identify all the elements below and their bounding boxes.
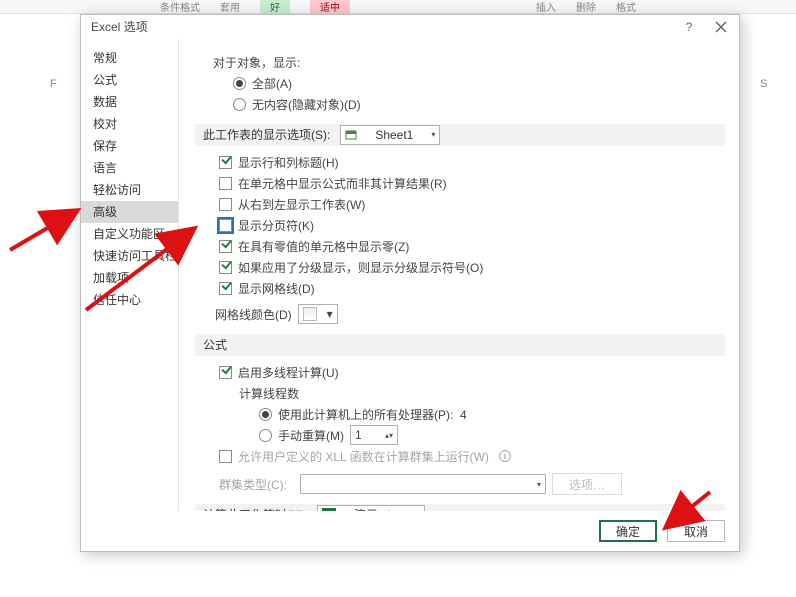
cluster-type-row: 群集类型(C): ▾ 选项… — [219, 474, 725, 494]
section-formulas: 公式 — [195, 334, 725, 356]
chevron-down-icon: ▾ — [431, 124, 435, 146]
sidebar-item-轻松访问[interactable]: 轻松访问 — [81, 179, 178, 201]
sidebar-item-公式[interactable]: 公式 — [81, 69, 178, 91]
info-icon[interactable]: i — [499, 450, 511, 462]
dialog-titlebar[interactable]: Excel 选项 ? — [81, 15, 739, 39]
help-button[interactable]: ? — [673, 15, 705, 39]
cluster-options-button: 选项… — [552, 473, 622, 495]
checkbox-icon — [219, 240, 232, 253]
column-header-F: F — [50, 78, 57, 90]
chevron-down-icon: ▾ — [416, 504, 420, 511]
radio-icon — [259, 429, 272, 442]
cluster-type-dropdown: ▾ — [300, 474, 546, 494]
manual-threads-spinner[interactable]: 1 ▴▾ — [350, 425, 398, 445]
sidebar-item-常规[interactable]: 常规 — [81, 47, 178, 69]
gridline-color-row: 网格线颜色(D) ▾ — [195, 304, 725, 324]
checkbox-icon — [219, 282, 232, 295]
checkbox-page_breaks[interactable]: 显示分页符(K) — [219, 215, 725, 235]
checkbox-icon — [219, 366, 232, 379]
sidebar-item-自定义功能区[interactable]: 自定义功能区 — [81, 223, 178, 245]
cancel-button[interactable]: 取消 — [667, 520, 725, 542]
sheet-icon — [345, 129, 357, 141]
close-button[interactable] — [705, 15, 737, 39]
checkbox-xll-cluster: 允许用户定义的 XLL 函数在计算群集上运行(W) i — [219, 446, 725, 466]
threads-label: 计算线程数 — [219, 383, 725, 403]
sidebar-item-信任中心[interactable]: 信任中心 — [81, 289, 178, 311]
column-header-S: S — [760, 78, 767, 90]
checkbox-icon — [219, 219, 232, 232]
section-workbook-calc: 计算此工作簿时(H): 演示.xlsx ▾ — [195, 504, 725, 511]
sidebar-item-校对[interactable]: 校对 — [81, 113, 178, 135]
dialog-footer: 确定 取消 — [81, 511, 739, 551]
checkbox-outline[interactable]: 如果应用了分级显示，则显示分级显示符号(O) — [219, 257, 725, 277]
checkbox-row_col_headings[interactable]: 显示行和列标题(H) — [219, 152, 725, 172]
ribbon-background: 条件格式 套用 好 适中 插入 删除 格式 — [0, 0, 796, 14]
checkbox-gridlines[interactable]: 显示网格线(D) — [219, 278, 725, 298]
radio-display-all[interactable]: 全部(A) — [213, 73, 725, 93]
checkbox-show_formulas[interactable]: 在单元格中显示公式而非其计算结果(R) — [219, 173, 725, 193]
radio-use-all-processors[interactable]: 使用此计算机上的所有处理器(P): 4 — [219, 404, 725, 424]
radio-display-none[interactable]: 无内容(隐藏对象)(D) — [213, 94, 725, 114]
object-display-label: 对于对象，显示: — [213, 52, 725, 72]
options-dialog: Excel 选项 ? 常规公式数据校对保存语言轻松访问高级自定义功能区快速访问工… — [80, 14, 740, 552]
spinner-arrows-icon: ▴▾ — [385, 431, 393, 440]
radio-icon — [233, 77, 246, 90]
sidebar-item-高级[interactable]: 高级 — [81, 201, 178, 223]
radio-icon — [233, 98, 246, 111]
section-sheet-display: 此工作表的显示选项(S): Sheet1 ▾ — [195, 124, 725, 146]
checkbox-icon — [219, 450, 232, 463]
sidebar-item-快速访问工具栏[interactable]: 快速访问工具栏 — [81, 245, 178, 267]
sheet-selector[interactable]: Sheet1 ▾ — [340, 125, 440, 145]
radio-manual-threads[interactable]: 手动重算(M) 1 ▴▾ — [219, 425, 725, 445]
options-sidebar: 常规公式数据校对保存语言轻松访问高级自定义功能区快速访问工具栏加载项信任中心 — [81, 39, 179, 511]
gridline-color-picker[interactable]: ▾ — [298, 304, 338, 324]
checkbox-icon — [219, 156, 232, 169]
chevron-down-icon: ▾ — [327, 307, 333, 321]
chevron-down-icon: ▾ — [537, 480, 541, 489]
checkbox-zero_cells[interactable]: 在具有零值的单元格中显示零(Z) — [219, 236, 725, 256]
checkbox-icon — [219, 261, 232, 274]
sidebar-item-数据[interactable]: 数据 — [81, 91, 178, 113]
color-swatch-icon — [303, 307, 317, 321]
checkbox-rtl[interactable]: 从右到左显示工作表(W) — [219, 194, 725, 214]
sidebar-item-加载项[interactable]: 加载项 — [81, 267, 178, 289]
radio-icon — [259, 408, 272, 421]
sidebar-item-保存[interactable]: 保存 — [81, 135, 178, 157]
checkbox-icon — [219, 177, 232, 190]
ok-button[interactable]: 确定 — [599, 520, 657, 542]
close-icon — [715, 21, 727, 33]
options-main-panel[interactable]: 对于对象，显示: 全部(A) 无内容(隐藏对象)(D) 此工作表的显示选项(S)… — [179, 39, 739, 511]
dialog-title: Excel 选项 — [91, 20, 148, 34]
checkbox-multithread[interactable]: 启用多线程计算(U) — [219, 362, 725, 382]
checkbox-icon — [219, 198, 232, 211]
sidebar-item-语言[interactable]: 语言 — [81, 157, 178, 179]
